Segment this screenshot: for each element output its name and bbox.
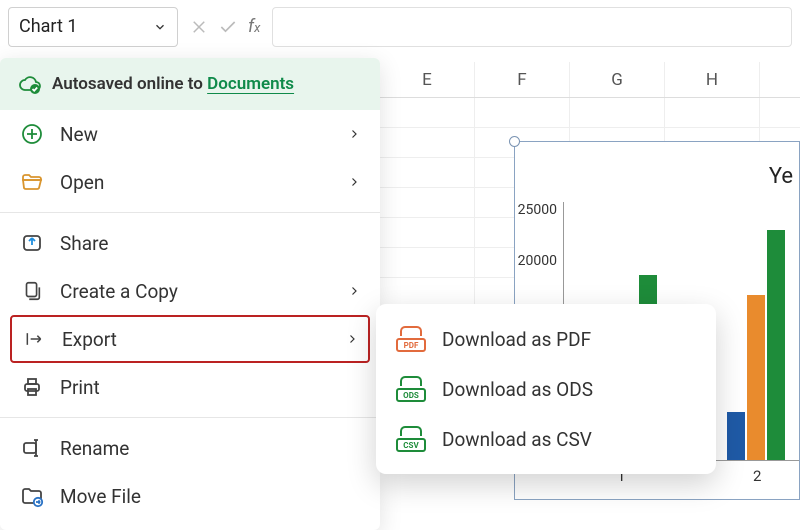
chevron-down-icon xyxy=(153,20,167,34)
menu-label: New xyxy=(60,123,332,146)
menu-share[interactable]: Share xyxy=(0,219,380,267)
separator xyxy=(0,417,380,418)
autosave-text: Autosaved online to Documents xyxy=(52,74,294,94)
menu-label: Print xyxy=(60,376,360,399)
col-header[interactable]: G xyxy=(570,62,665,97)
col-header[interactable]: H xyxy=(665,62,760,97)
y-tick: 25000 xyxy=(507,202,557,218)
formula-bar-icons: fx xyxy=(190,16,260,37)
printer-icon xyxy=(20,375,44,399)
name-box[interactable]: Chart 1 xyxy=(8,7,178,47)
col-header[interactable]: F xyxy=(475,62,570,97)
resize-handle-icon[interactable] xyxy=(509,136,520,147)
accept-icon[interactable] xyxy=(218,17,238,37)
separator xyxy=(0,212,380,213)
documents-link[interactable]: Documents xyxy=(207,74,294,94)
pdf-file-icon: PDF xyxy=(396,326,426,352)
export-icon xyxy=(22,327,46,351)
bar xyxy=(747,295,765,460)
menu-label: Rename xyxy=(60,437,360,460)
plus-circle-icon xyxy=(20,122,44,146)
menu-create-copy[interactable]: Create a Copy xyxy=(0,267,380,315)
chart-title: Ye xyxy=(769,164,793,189)
export-csv[interactable]: CSV Download as CSV xyxy=(382,414,710,464)
export-ods[interactable]: ODS Download as ODS xyxy=(382,364,710,414)
bar xyxy=(727,412,745,460)
menu-open[interactable]: Open xyxy=(0,158,380,206)
menu-label: Export xyxy=(62,328,330,351)
menu-label: Create a Copy xyxy=(60,280,332,303)
formula-input[interactable] xyxy=(272,7,792,47)
export-pdf[interactable]: PDF Download as PDF xyxy=(382,314,710,364)
autosave-prefix: Autosaved online to xyxy=(52,74,203,94)
chevron-right-icon xyxy=(348,127,360,141)
submenu-label: Download as PDF xyxy=(442,328,591,351)
export-submenu: PDF Download as PDF ODS Download as ODS … xyxy=(376,304,716,474)
chevron-right-icon xyxy=(348,175,360,189)
menu-label: Move File xyxy=(60,485,360,508)
file-menu: Autosaved online to Documents New Open S… xyxy=(0,58,380,530)
name-box-value: Chart 1 xyxy=(19,16,77,37)
x-tick: 2 xyxy=(753,467,761,485)
bar xyxy=(767,230,785,460)
autosave-banner: Autosaved online to Documents xyxy=(0,58,380,110)
menu-export[interactable]: Export xyxy=(10,315,370,363)
chevron-right-icon xyxy=(348,284,360,298)
formula-bar-row: Chart 1 fx xyxy=(0,0,800,54)
submenu-label: Download as ODS xyxy=(442,378,593,401)
column-headers: E F G H xyxy=(380,62,800,98)
folder-move-icon xyxy=(20,484,44,508)
menu-new[interactable]: New xyxy=(0,110,380,158)
chevron-right-icon xyxy=(346,332,358,346)
cancel-icon[interactable] xyxy=(190,18,208,36)
menu-label: Open xyxy=(60,171,332,194)
copy-icon xyxy=(20,279,44,303)
submenu-label: Download as CSV xyxy=(442,428,592,451)
rename-icon xyxy=(20,436,44,460)
col-header[interactable]: E xyxy=(380,62,475,97)
menu-move-file[interactable]: Move File xyxy=(0,472,380,520)
ods-file-icon: ODS xyxy=(396,376,426,402)
cloud-check-icon xyxy=(18,72,42,96)
csv-file-icon: CSV xyxy=(396,426,426,452)
folder-open-icon xyxy=(20,170,44,194)
menu-print[interactable]: Print xyxy=(0,363,380,411)
share-icon xyxy=(20,231,44,255)
fx-icon[interactable]: fx xyxy=(248,16,260,37)
menu-label: Share xyxy=(60,232,360,255)
y-tick: 20000 xyxy=(507,253,557,269)
menu-rename[interactable]: Rename xyxy=(0,424,380,472)
